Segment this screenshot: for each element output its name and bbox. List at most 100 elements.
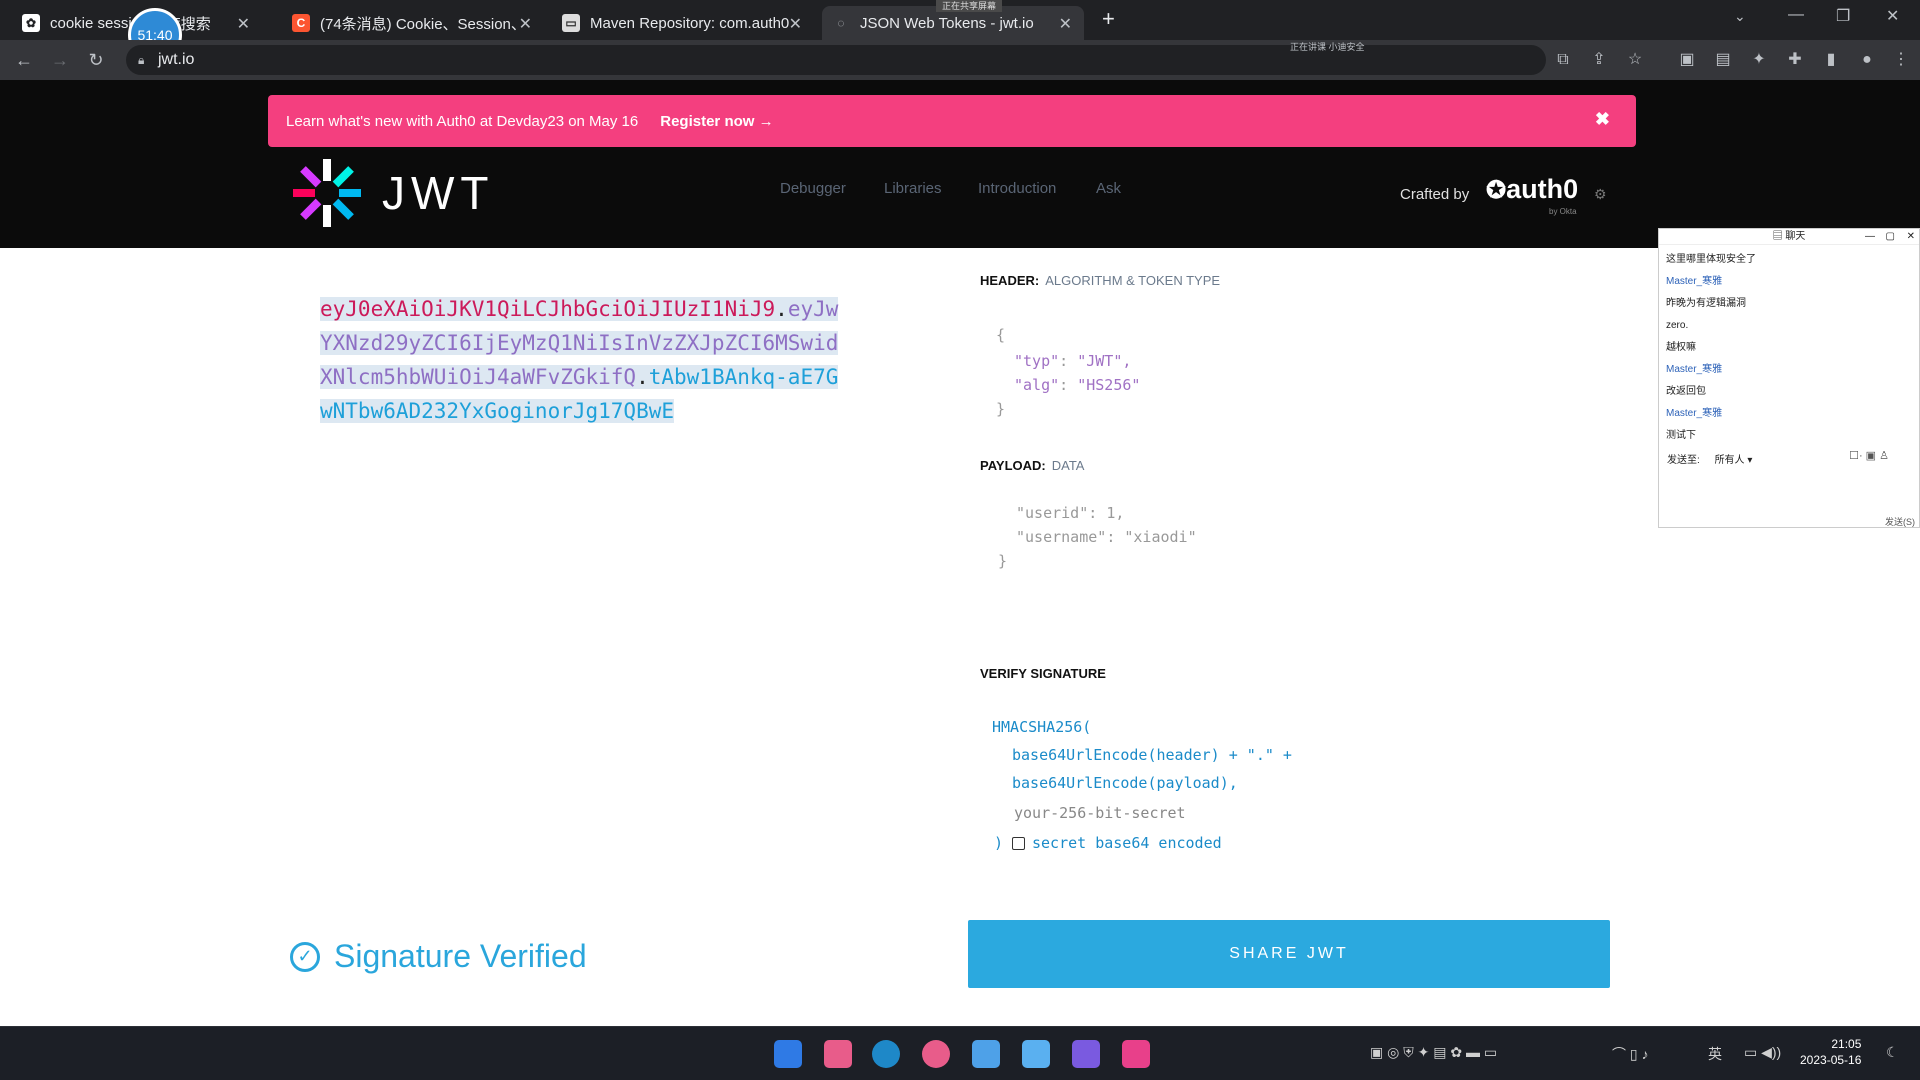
minimize-icon[interactable]: — xyxy=(1865,229,1875,245)
extension-icon[interactable]: ▤ xyxy=(1712,49,1734,71)
payload-line-username[interactable]: "username": "xiaodi" xyxy=(1016,528,1197,546)
tab-csdn[interactable]: C (74条消息) Cookie、Session、 ✕ xyxy=(282,6,544,40)
tab-title: cookie sessi xyxy=(50,14,132,32)
close-icon[interactable]: ✕ xyxy=(519,14,532,34)
payload-title: PAYLOAD: xyxy=(980,458,1046,473)
star-icon[interactable]: ☆ xyxy=(1624,49,1646,71)
header-json-open: { xyxy=(996,326,1006,344)
header-line-alg[interactable]: "alg": "HS256" xyxy=(1014,376,1140,394)
screen-share-badge: 正在共享屏幕 xyxy=(936,0,1003,12)
jwt-logo-icon[interactable] xyxy=(292,158,362,228)
announcement-banner: Learn what's new with Auth0 at Devday23 … xyxy=(268,95,1636,147)
json-key: "userid" xyxy=(1016,504,1089,522)
verify-close-paren: ) xyxy=(994,834,1004,852)
json-key: "typ" xyxy=(1014,352,1060,370)
close-icon[interactable]: ✕ xyxy=(1907,229,1915,245)
system-clock[interactable]: 21:05 2023-05-16 xyxy=(1800,1036,1861,1068)
register-link[interactable]: Register now → xyxy=(660,113,773,130)
photos-icon[interactable] xyxy=(1022,1040,1050,1068)
send-to-select[interactable]: 所有人 ▾ xyxy=(1715,455,1753,466)
token-header-part: eyJ0eXAiOiJKV1QiLCJhbGciOiJIUzI1NiJ9 xyxy=(320,297,776,321)
new-tab-button[interactable]: + xyxy=(1102,6,1115,32)
clock-date: 2023-05-16 xyxy=(1800,1053,1862,1067)
chat-message: 越权嘛 xyxy=(1666,342,1696,353)
encoded-token-editor[interactable]: eyJ0eXAiOiJKV1QiLCJhbGciOiJIUzI1NiJ9.eyJ… xyxy=(320,292,850,428)
ime-indicator[interactable]: 英 xyxy=(1708,1044,1722,1064)
payload-json-close: } xyxy=(998,552,1008,570)
nav-ask[interactable]: Ask xyxy=(1096,180,1121,197)
tab-title: Maven Repository: com.auth0 xyxy=(590,14,790,32)
edge-icon[interactable] xyxy=(872,1040,900,1068)
chrome-icon[interactable] xyxy=(922,1040,950,1068)
volume-icon[interactable]: ▭ ◀)) xyxy=(1744,1044,1781,1061)
extension-icon[interactable]: ✦ xyxy=(1748,49,1770,71)
ide-icon[interactable] xyxy=(1072,1040,1100,1068)
chat-user[interactable]: Master_寒雅 xyxy=(1659,271,1919,293)
extension-icon[interactable]: ▣ xyxy=(1676,49,1698,71)
json-key: "alg" xyxy=(1014,376,1060,394)
secret-input[interactable]: your-256-bit-secret xyxy=(1014,804,1186,822)
back-icon[interactable]: ← xyxy=(12,48,36,72)
json-value: "HS256" xyxy=(1077,376,1141,394)
close-window-icon[interactable]: ✕ xyxy=(1886,6,1899,26)
browser-toolbar: ← → ↻ 🔒︎ jwt.io 正在讲课 小迪安全 ⧉ ⇪ ☆ ▣ ▤ ✦ ✚ … xyxy=(0,40,1920,80)
token-dot: . xyxy=(636,365,649,389)
share-jwt-button[interactable]: SHARE JWT xyxy=(968,920,1610,988)
close-icon[interactable]: ✕ xyxy=(1059,14,1072,34)
share-icon[interactable]: ⇪ xyxy=(1588,49,1610,71)
close-icon[interactable]: ✕ xyxy=(789,14,802,34)
json-value: "xiaodi" xyxy=(1124,528,1197,546)
send-button[interactable]: 发送(S) xyxy=(1885,515,1915,528)
payload-line-userid[interactable]: "userid": 1, xyxy=(1016,504,1124,522)
chat-message: zero. xyxy=(1666,320,1689,331)
tab-maven[interactable]: ▭ Maven Repository: com.auth0 ✕ xyxy=(552,6,814,40)
chat-user[interactable]: Master_寒雅 xyxy=(1659,403,1919,425)
url-text: jwt.io xyxy=(158,51,195,68)
nav-debugger[interactable]: Debugger xyxy=(780,180,846,197)
auth0-logo[interactable]: ✪auth0 xyxy=(1486,174,1578,205)
forward-icon[interactable]: → xyxy=(48,48,72,72)
chat-message: 这里哪里体现安全了 xyxy=(1666,254,1756,265)
nav-libraries[interactable]: Libraries xyxy=(884,180,942,197)
tab-title: (74条消息) Cookie、Session、 xyxy=(320,15,526,33)
verify-line-header: base64UrlEncode(header) + "." + xyxy=(1012,746,1292,764)
sidebar-icon[interactable]: ▮ xyxy=(1820,49,1842,71)
minimize-icon[interactable]: — xyxy=(1788,6,1804,24)
notification-icon[interactable]: ☾ xyxy=(1886,1044,1899,1061)
close-icon[interactable]: ✕ xyxy=(237,14,250,34)
secret-base64-checkbox[interactable] xyxy=(1012,837,1025,850)
tray-system-icons[interactable]: ⌒ ▯ ♪ xyxy=(1612,1044,1648,1064)
restore-icon[interactable]: ▢ xyxy=(1886,229,1895,245)
folder-icon[interactable] xyxy=(824,1040,852,1068)
close-icon[interactable]: ✖ xyxy=(1595,109,1610,130)
restore-icon[interactable]: ❐ xyxy=(1836,6,1850,26)
header-json-close: } xyxy=(996,400,1006,418)
maven-icon: ▭ xyxy=(562,14,580,32)
app-icon[interactable] xyxy=(972,1040,1000,1068)
nav-introduction[interactable]: Introduction xyxy=(978,180,1056,197)
chat-header: ▤ 聊天 — ▢ ✕ xyxy=(1659,229,1919,245)
menu-icon[interactable]: ⋮ xyxy=(1890,49,1912,71)
signature-verified-text: Signature Verified xyxy=(334,938,587,974)
chat-messages: 这里哪里体现安全了 Master_寒雅 昨晚为有逻辑漏洞 zero. 越权嘛 M… xyxy=(1659,245,1919,447)
chevron-down-icon[interactable]: ⌄ xyxy=(1734,8,1746,25)
reload-icon[interactable]: ↻ xyxy=(84,48,108,72)
tray-icons[interactable]: ▣ ◎ ⛨ ✦ ▤ ✿ ▬ ▭ xyxy=(1370,1044,1497,1061)
app-icon[interactable] xyxy=(1122,1040,1150,1068)
puzzle-icon[interactable]: ✚ xyxy=(1784,49,1806,71)
start-icon[interactable] xyxy=(774,1040,802,1068)
json-value: 1, xyxy=(1106,504,1125,522)
gear-icon[interactable]: ⚙ xyxy=(1594,186,1607,203)
jwt-favicon-icon: ◌ xyxy=(837,16,845,30)
chat-user[interactable]: Master_寒雅 xyxy=(1659,359,1919,381)
chat-message: 昨晚为有逻辑漏洞 xyxy=(1666,298,1746,309)
chat-input[interactable] xyxy=(1667,469,1913,499)
chat-tools-icon[interactable]: ☐· ▣ ♙ xyxy=(1849,449,1889,462)
token-dot: . xyxy=(775,297,788,321)
header-line-typ[interactable]: "typ": "JWT", xyxy=(1014,352,1131,370)
profile-icon[interactable]: ● xyxy=(1856,49,1878,71)
chat-message: 改返回包 xyxy=(1666,386,1706,397)
chat-message: 测试下 xyxy=(1666,430,1696,441)
translate-icon[interactable]: ⧉ xyxy=(1552,49,1574,71)
json-key: "username" xyxy=(1016,528,1107,546)
